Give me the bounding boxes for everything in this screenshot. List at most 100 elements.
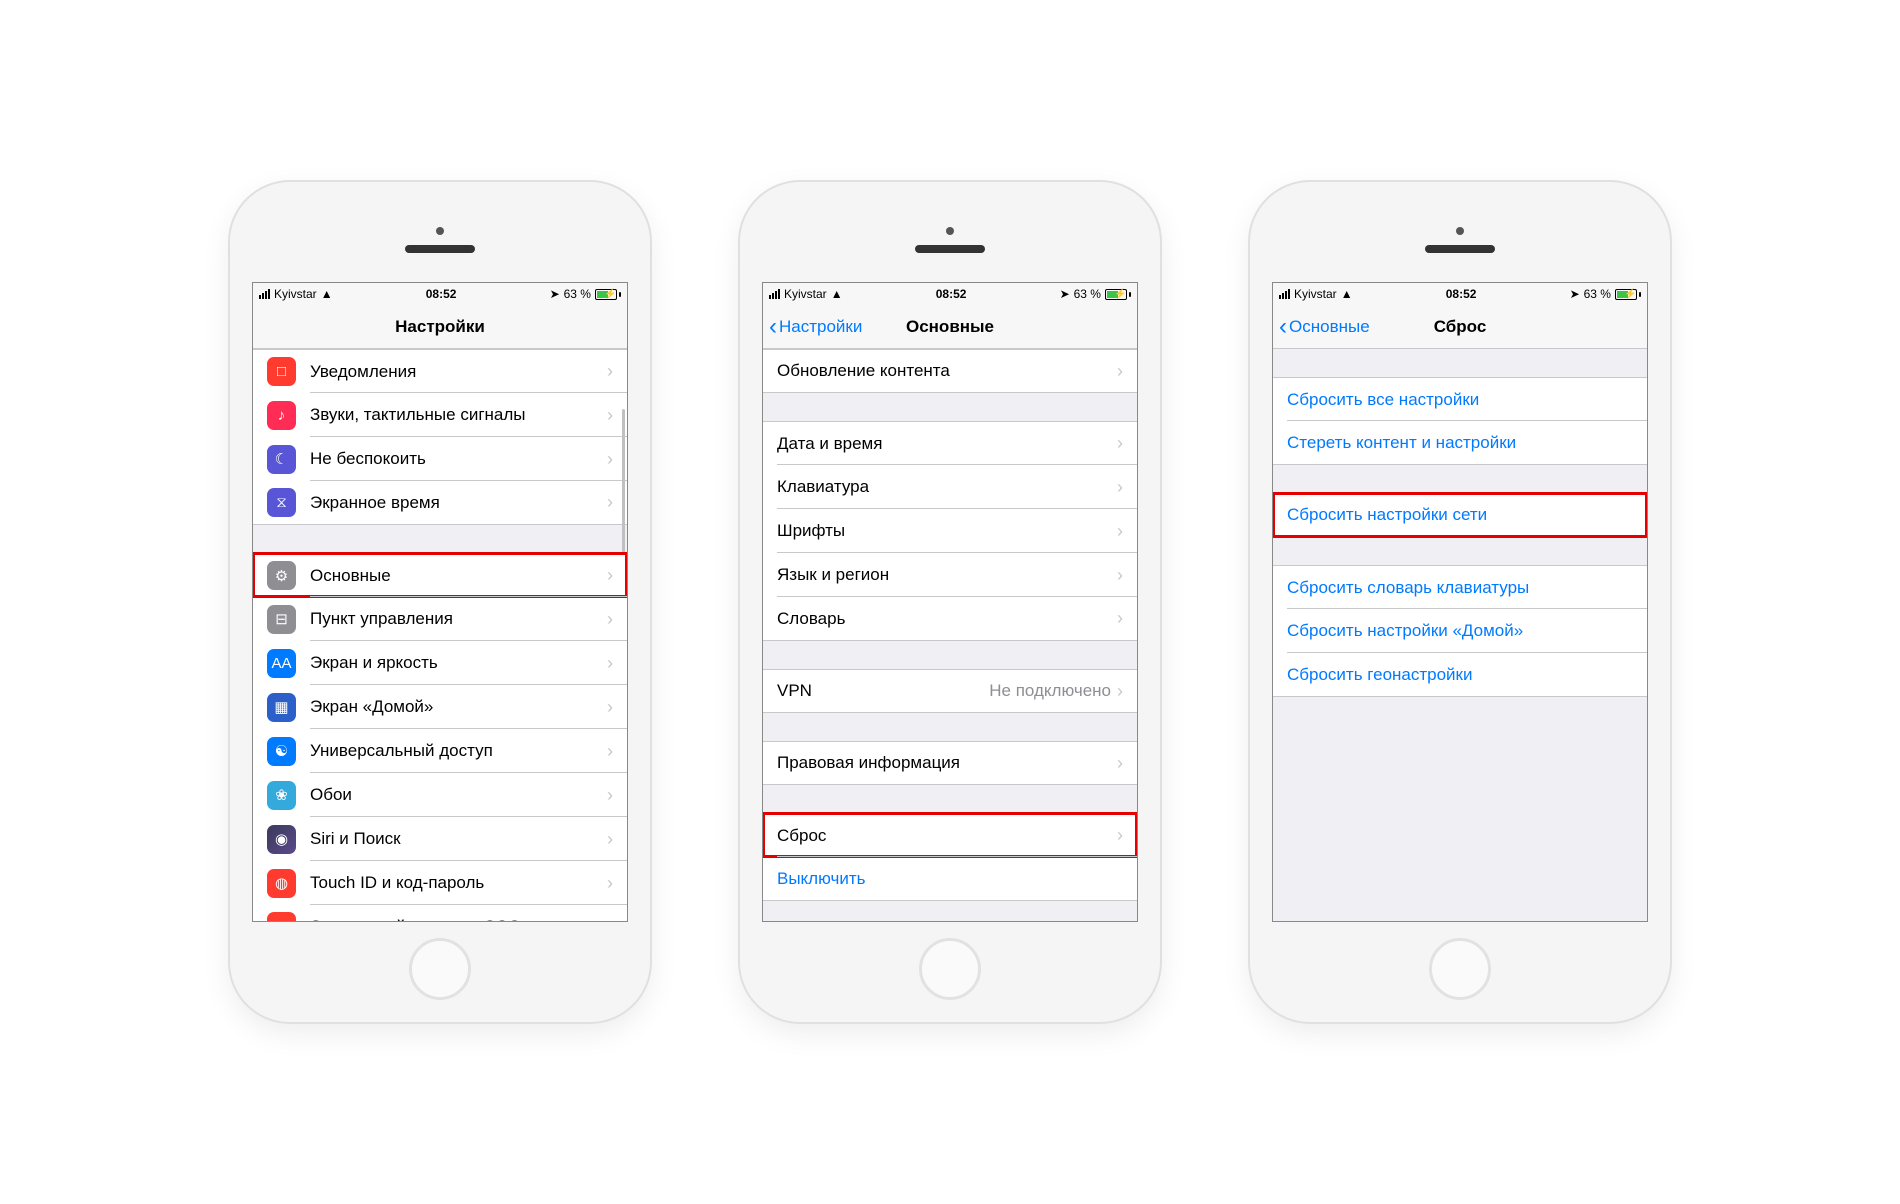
status-time: 08:52 <box>936 287 967 301</box>
chevron-right-icon: › <box>607 449 613 470</box>
chevron-right-icon: › <box>607 565 613 586</box>
row-стереть-контент-и-настройки[interactable]: Стереть контент и настройки <box>1273 421 1647 465</box>
row-label: Обои <box>310 785 607 805</box>
settings-table[interactable]: □Уведомления›♪Звуки, тактильные сигналы›… <box>253 349 627 921</box>
back-button[interactable]: ‹ Настройки <box>769 315 862 339</box>
row-сбросить-все-настройки[interactable]: Сбросить все настройки <box>1273 377 1647 421</box>
general-table[interactable]: Обновление контента› Дата и время›Клавиа… <box>763 349 1137 921</box>
chevron-right-icon: › <box>607 405 613 426</box>
row-label: Обновление контента <box>777 361 1117 381</box>
battery-pct: 63 % <box>1584 287 1611 301</box>
row-label: Экстренный вызов — SOS <box>310 917 607 922</box>
row-экран-и-яркость[interactable]: AAЭкран и яркость› <box>253 641 627 685</box>
row-экран-домой-[interactable]: ▦Экран «Домой»› <box>253 685 627 729</box>
chevron-right-icon: › <box>1117 825 1123 846</box>
row-label: Язык и регион <box>777 565 1117 585</box>
row-сбросить-настройки-сети[interactable]: Сбросить настройки сети <box>1273 493 1647 537</box>
page-title: Основные <box>906 317 994 337</box>
row-label: Клавиатура <box>777 477 1117 497</box>
row-экранное-время[interactable]: ⧖Экранное время› <box>253 481 627 525</box>
row-сбросить-геонастройки[interactable]: Сбросить геонастройки <box>1273 653 1647 697</box>
row-выключить[interactable]: Выключить <box>763 857 1137 901</box>
phone-speaker <box>915 245 985 253</box>
back-label: Основные <box>1289 317 1370 337</box>
battery-pct: 63 % <box>1074 287 1101 301</box>
ic-darkblue-icon: ▦ <box>267 693 296 722</box>
row-label: Стереть контент и настройки <box>1287 433 1633 453</box>
phone-mockup-2: Kyivstar ▲ 08:52 ➤ 63 % ⚡ ‹ Настройки Ос… <box>740 182 1160 1022</box>
row-звуки-тактильные-сигналы[interactable]: ♪ Звуки, тактильные сигналы› <box>253 393 627 437</box>
row-label: Шрифты <box>777 521 1117 541</box>
chevron-right-icon: › <box>1117 565 1123 586</box>
signal-icon <box>769 289 780 299</box>
row-обои[interactable]: ❀Обои› <box>253 773 627 817</box>
screen-general: Kyivstar ▲ 08:52 ➤ 63 % ⚡ ‹ Настройки Ос… <box>762 282 1138 922</box>
back-button[interactable]: ‹ Основные <box>1279 315 1370 339</box>
row-уведомления[interactable]: □Уведомления› <box>253 349 627 393</box>
row-label: Дата и время <box>777 434 1117 454</box>
row-экстренный-вызов-sos[interactable]: SOSЭкстренный вызов — SOS› <box>253 905 627 921</box>
ic-blue-icon: ☯ <box>267 737 296 766</box>
row-label: Основные <box>310 566 607 586</box>
status-time: 08:52 <box>1446 287 1477 301</box>
home-button[interactable] <box>1429 938 1491 1000</box>
nav-bar: Настройки <box>253 305 627 349</box>
reset-table[interactable]: Сбросить все настройки Стереть контент и … <box>1273 349 1647 921</box>
row-сброс[interactable]: Сброс› <box>763 813 1137 857</box>
row-клавиатура[interactable]: Клавиатура› <box>763 465 1137 509</box>
ic-grey-icon: ⚙ <box>267 561 296 590</box>
row-touch-id-и-код-пароль[interactable]: ◍Touch ID и код-пароль› <box>253 861 627 905</box>
row-сбросить-словарь-клавиатуры[interactable]: Сбросить словарь клавиатуры <box>1273 565 1647 609</box>
row-шрифты[interactable]: Шрифты› <box>763 509 1137 553</box>
row-язык-и-регион[interactable]: Язык и регион› <box>763 553 1137 597</box>
chevron-right-icon: › <box>1117 753 1123 774</box>
status-bar: Kyivstar ▲ 08:52 ➤ 63 % ⚡ <box>763 283 1137 305</box>
row-словарь[interactable]: Словарь› <box>763 597 1137 641</box>
ic-cyan-icon: ❀ <box>267 781 296 810</box>
row-универсальный-доступ[interactable]: ☯Универсальный доступ› <box>253 729 627 773</box>
carrier-label: Kyivstar <box>1294 287 1337 301</box>
row-label: Выключить <box>777 869 1123 889</box>
page-title: Настройки <box>395 317 485 337</box>
chevron-right-icon: › <box>607 873 613 894</box>
location-icon: ➤ <box>550 287 560 301</box>
row-vpn[interactable]: VPNНе подключено › <box>763 669 1137 713</box>
row-сбросить-настройки-домой-[interactable]: Сбросить настройки «Домой» <box>1273 609 1647 653</box>
row-label: Сбросить геонастройки <box>1287 665 1633 685</box>
nav-bar: ‹ Основные Сброс <box>1273 305 1647 349</box>
home-button[interactable] <box>919 938 981 1000</box>
row-label: Экранное время <box>310 493 607 513</box>
row-siri-и-поиск[interactable]: ◉Siri и Поиск› <box>253 817 627 861</box>
phone-speaker <box>1425 245 1495 253</box>
signal-icon <box>259 289 270 299</box>
chevron-right-icon: › <box>1117 433 1123 454</box>
row-не-беспокоить[interactable]: ☾Не беспокоить› <box>253 437 627 481</box>
row-дата-и-время[interactable]: Дата и время› <box>763 421 1137 465</box>
row-label: Звуки, тактильные сигналы <box>310 405 607 425</box>
home-button[interactable] <box>409 938 471 1000</box>
carrier-label: Kyivstar <box>274 287 317 301</box>
chevron-right-icon: › <box>607 492 613 513</box>
ic-purple-icon: ☾ <box>267 445 296 474</box>
row-label: VPN <box>777 681 989 701</box>
row-label: Сброс <box>777 826 1117 846</box>
row-основные[interactable]: ⚙ Основные› <box>253 553 627 597</box>
row-пункт-управления[interactable]: ⊟Пункт управления› <box>253 597 627 641</box>
chevron-left-icon: ‹ <box>769 315 777 339</box>
row-value: Не подключено <box>989 681 1111 701</box>
row-label: Сбросить настройки сети <box>1287 505 1633 525</box>
phone-camera <box>1456 227 1464 235</box>
phone-mockup-1: Kyivstar ▲ 08:52 ➤ 63 % ⚡ Настройки □Уве… <box>230 182 650 1022</box>
status-bar: Kyivstar ▲ 08:52 ➤ 63 % ⚡ <box>1273 283 1647 305</box>
row-правовая-информация[interactable]: Правовая информация› <box>763 741 1137 785</box>
row-обновление-контента[interactable]: Обновление контента› <box>763 349 1137 393</box>
ic-pink-icon: ♪ <box>267 401 296 430</box>
status-time: 08:52 <box>426 287 457 301</box>
chevron-right-icon: › <box>607 741 613 762</box>
chevron-right-icon: › <box>1117 681 1123 702</box>
row-label: Пункт управления <box>310 609 607 629</box>
battery-icon: ⚡ <box>595 289 621 300</box>
phone-speaker <box>405 245 475 253</box>
row-label: Словарь <box>777 609 1117 629</box>
scrollbar-indicator <box>622 409 625 559</box>
